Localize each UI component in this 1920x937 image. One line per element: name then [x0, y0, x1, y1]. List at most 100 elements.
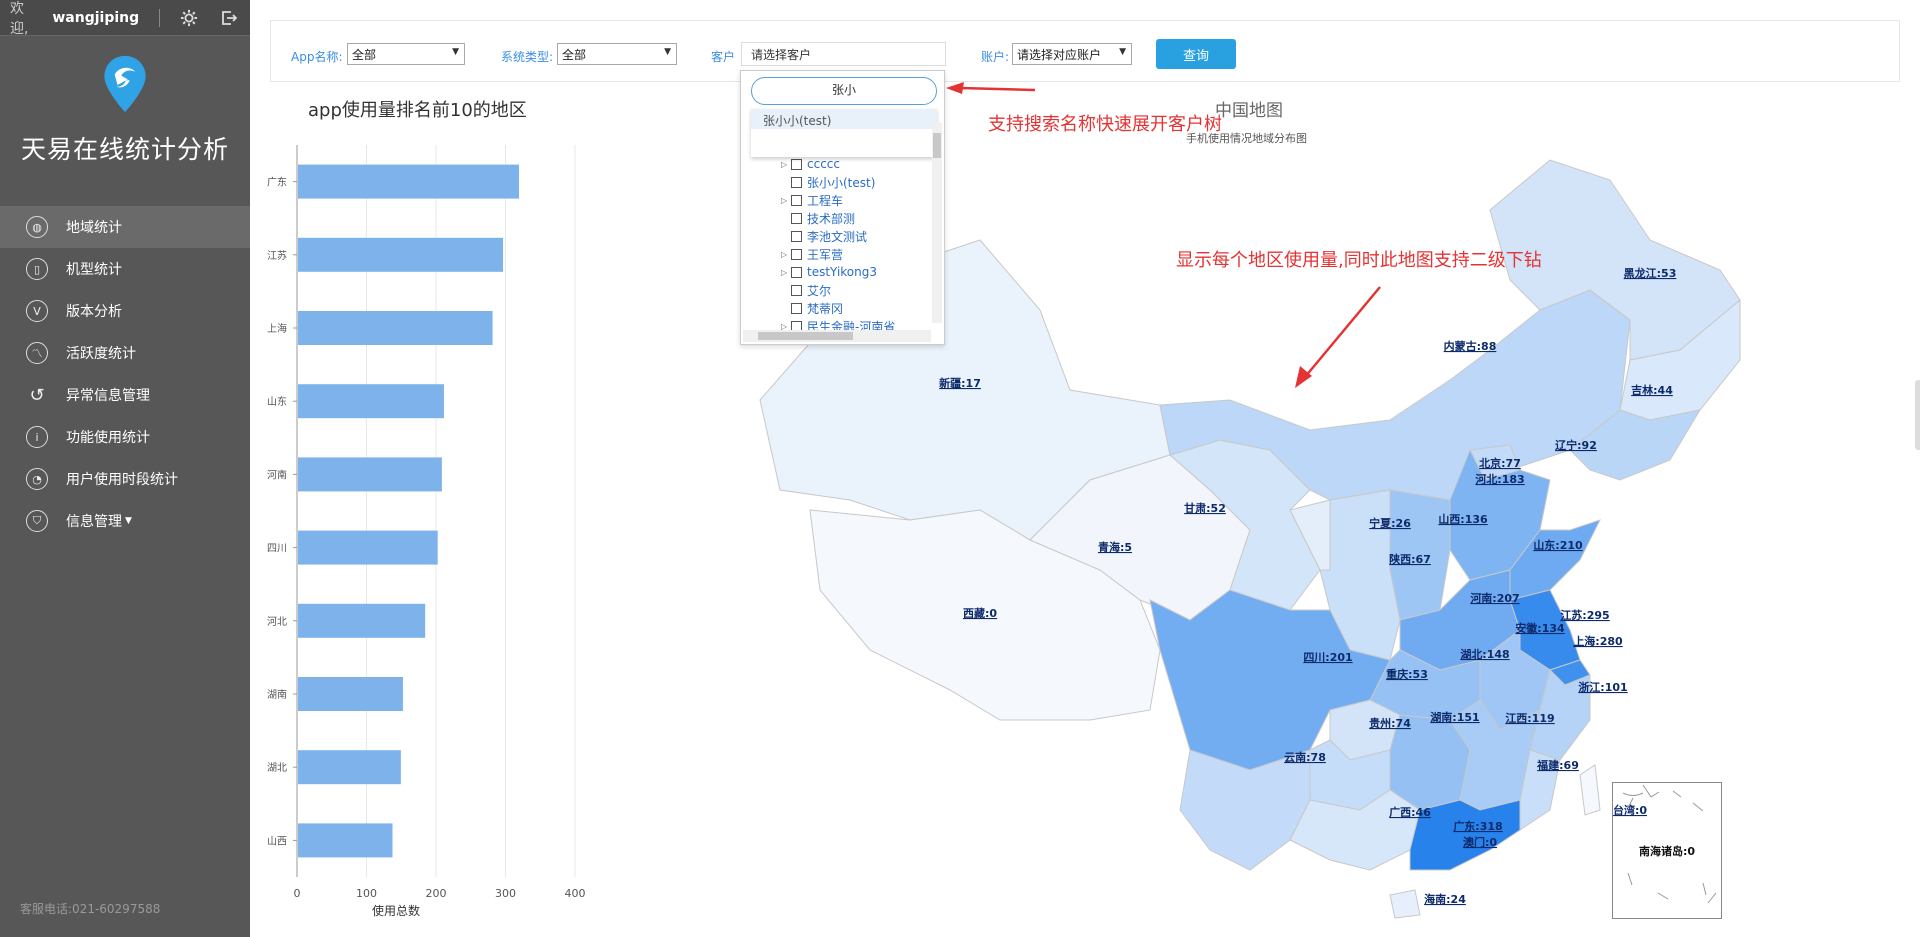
map-region-label[interactable]: 内蒙古:88: [1444, 339, 1497, 353]
map-region-label[interactable]: 四川:201: [1303, 651, 1352, 664]
map-region[interactable]: [1579, 764, 1601, 816]
app-name-select[interactable]: 全部 ▼: [347, 43, 465, 65]
scroll-thumb[interactable]: [758, 332, 853, 340]
map-region-label[interactable]: 澳门:0: [1463, 835, 1497, 849]
search-suggestion-item[interactable]: 张小小(test): [751, 109, 937, 129]
tree-node[interactable]: ▷ 王军营: [781, 245, 931, 263]
map-region-label[interactable]: 江苏:295: [1560, 608, 1609, 622]
bar[interactable]: [298, 237, 504, 272]
map-region-label[interactable]: 海南:24: [1424, 892, 1466, 906]
map-region-label[interactable]: 贵州:74: [1369, 716, 1411, 730]
map-region-label[interactable]: 湖南:151: [1430, 710, 1479, 724]
map-region-label[interactable]: 宁夏:26: [1369, 516, 1411, 530]
map-region[interactable]: [1179, 749, 1311, 871]
bar[interactable]: [298, 603, 426, 638]
map-region-label[interactable]: 西藏:0: [963, 606, 997, 620]
map-region-label[interactable]: 重庆:53: [1386, 667, 1428, 681]
map-region-label[interactable]: 河南:207: [1470, 591, 1519, 605]
tree-node[interactable]: 李池文测试: [781, 227, 931, 245]
query-button[interactable]: 查询: [1156, 39, 1236, 69]
bar[interactable]: [298, 530, 438, 565]
map-region-label[interactable]: 黑龙江:53: [1624, 266, 1677, 280]
map-region-label[interactable]: 青海:5: [1098, 540, 1132, 554]
tree-checkbox[interactable]: [791, 176, 802, 188]
map-region-label[interactable]: 吉林:44: [1631, 383, 1673, 397]
tree-search-input[interactable]: 张小: [751, 77, 937, 105]
customer-tree-dropdown[interactable]: 张小 ▷ ccccc 张小小(test) ▷ 工程车 技术部测 李池文测试 ▷ 王军营 ▷ test…: [740, 70, 945, 345]
scroll-thumb[interactable]: [933, 133, 941, 158]
tree-node[interactable]: ▷ testYikong3: [781, 263, 931, 281]
sidebar-item-time-period[interactable]: ◔ 用户使用时段统计: [0, 458, 250, 500]
tree-checkbox[interactable]: [791, 230, 802, 242]
system-type-select[interactable]: 全部 ▼: [557, 43, 677, 65]
customer-input[interactable]: 请选择客户: [741, 42, 946, 66]
region-name: 南海诸岛: [1639, 845, 1683, 858]
bar[interactable]: [298, 164, 520, 199]
tree-checkbox[interactable]: [791, 284, 802, 296]
map-region-label[interactable]: 陕西:67: [1389, 552, 1431, 566]
tree-node[interactable]: ▷ 工程车: [781, 191, 931, 209]
map-region-label[interactable]: 安徽:134: [1515, 621, 1565, 635]
tree-checkbox[interactable]: [791, 212, 802, 224]
sidebar-item-model[interactable]: ▯ 机型统计: [0, 248, 250, 290]
map-region-label[interactable]: 辽宁:92: [1555, 438, 1597, 452]
logout-icon[interactable]: [218, 7, 240, 29]
bar[interactable]: [298, 311, 493, 345]
sidebar-item-label: 信息管理: [66, 514, 122, 530]
tree-checkbox[interactable]: [791, 302, 802, 314]
sidebar-item-exceptions[interactable]: ↺ 异常信息管理: [0, 374, 250, 416]
tree-node[interactable]: 梵蒂冈: [781, 299, 931, 317]
expand-triangle-icon[interactable]: ▷: [781, 160, 791, 169]
annotation-arrow-map: [1295, 286, 1381, 388]
region-value: 0: [1687, 845, 1696, 858]
sidebar-item-info-management[interactable]: ⛉ 信息管理 ▼: [0, 500, 250, 542]
expand-triangle-icon[interactable]: ▷: [781, 196, 791, 205]
tree-checkbox[interactable]: [791, 248, 802, 260]
map-region-label[interactable]: 新疆:17: [939, 376, 981, 390]
map-region-label[interactable]: 河北:183: [1475, 472, 1524, 486]
tree-node-label: 技术部测: [807, 211, 856, 226]
map-region-label[interactable]: 山东:210: [1533, 538, 1583, 552]
side-handle[interactable]: [1915, 380, 1920, 450]
tree-vertical-scrollbar[interactable]: [932, 123, 942, 323]
expand-triangle-icon[interactable]: ▷: [781, 250, 791, 259]
map-region-label[interactable]: 江西:119: [1505, 711, 1554, 725]
tree-node-label: 李池文测试: [807, 229, 868, 244]
tree-horizontal-scrollbar[interactable]: [743, 330, 931, 342]
account-select[interactable]: 请选择对应账户 ▼: [1012, 43, 1132, 65]
map-region-label[interactable]: 云南:78: [1284, 750, 1326, 764]
filter-bar: App名称: 全部 ▼ 系统类型: 全部 ▼ 客户 请选择客户 账户: 请选择对应账…: [270, 20, 1900, 82]
tree-node[interactable]: 艾尔: [781, 281, 931, 299]
tree-checkbox[interactable]: [791, 266, 802, 278]
search-suggestion-list: 张小小(test): [751, 109, 937, 157]
sidebar-item-activity[interactable]: 〽 活跃度统计: [0, 332, 250, 374]
bar[interactable]: [298, 677, 403, 711]
bar[interactable]: [298, 750, 401, 785]
bar[interactable]: [298, 457, 442, 492]
tree-checkbox[interactable]: [791, 194, 802, 206]
category-label: 四川: [267, 544, 287, 555]
tree-node[interactable]: 技术部测: [781, 209, 931, 227]
map-region-label[interactable]: 广西:46: [1389, 805, 1431, 819]
sidebar-item-feature-usage[interactable]: i 功能使用统计: [0, 416, 250, 458]
map-region-label[interactable]: 甘肃:52: [1184, 501, 1226, 515]
tree-node[interactable]: ▷ ccccc: [781, 155, 931, 173]
bar[interactable]: [298, 823, 393, 858]
map-region-label[interactable]: 浙江:101: [1578, 680, 1627, 694]
map-region-label[interactable]: 湖北:148: [1460, 647, 1509, 661]
x-tick-label: 300: [495, 887, 516, 900]
sidebar-item-version[interactable]: V 版本分析: [0, 290, 250, 332]
sidebar-item-region[interactable]: ◍ 地域统计: [0, 206, 250, 248]
map-region-label[interactable]: 广东:318: [1453, 819, 1502, 833]
tree-checkbox[interactable]: [791, 158, 802, 170]
bar[interactable]: [298, 384, 444, 419]
map-region[interactable]: [1389, 889, 1421, 919]
gear-icon[interactable]: [178, 7, 200, 29]
map-region-label[interactable]: 上海:280: [1573, 634, 1623, 648]
map-region-label[interactable]: 山西:136: [1438, 512, 1488, 526]
caret-down-icon: ▼: [125, 516, 132, 526]
tree-node[interactable]: 张小小(test): [781, 173, 931, 191]
map-region-label[interactable]: 北京:77: [1479, 456, 1521, 470]
map-region-label[interactable]: 福建:69: [1536, 758, 1579, 772]
expand-triangle-icon[interactable]: ▷: [781, 268, 791, 277]
